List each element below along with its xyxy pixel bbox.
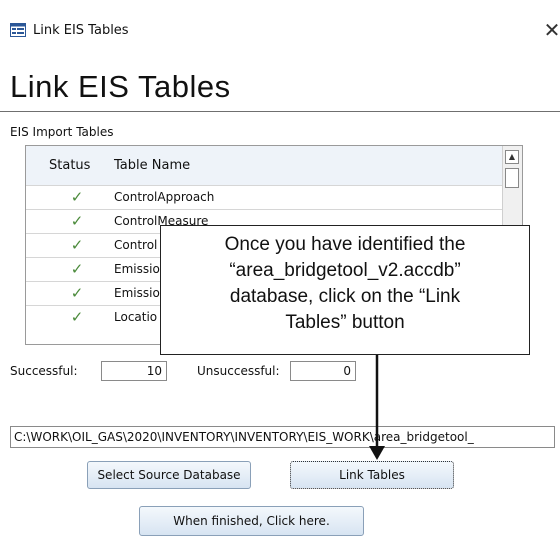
select-source-database-button[interactable]: Select Source Database xyxy=(87,461,251,489)
column-header-table-name: Table Name xyxy=(114,158,191,173)
chevron-up-icon: ▲ xyxy=(508,152,516,161)
scroll-up-button[interactable]: ▲ xyxy=(505,150,519,164)
table-name: ControlApproach xyxy=(114,190,215,204)
close-button[interactable]: ✕ xyxy=(542,18,560,42)
source-path-field[interactable]: C:\WORK\OIL_GAS\2020\INVENTORY\INVENTORY… xyxy=(10,426,555,448)
unsuccessful-count-field[interactable]: 0 xyxy=(290,361,356,381)
finished-button[interactable]: When finished, Click here. xyxy=(139,506,364,536)
table-name: Control xyxy=(114,238,158,252)
table-name: Emissio xyxy=(114,262,160,276)
callout-line: “area_bridgetool_v2.accdb” xyxy=(229,260,461,281)
group-label: EIS Import Tables xyxy=(10,125,114,139)
check-icon: ✓ xyxy=(70,308,84,326)
callout-line: Once you have identified the xyxy=(224,234,466,255)
check-icon: ✓ xyxy=(70,212,84,230)
table-name: Emissio xyxy=(114,286,160,300)
successful-label: Successful: xyxy=(10,364,78,378)
successful-count-field[interactable]: 10 xyxy=(101,361,167,381)
unsuccessful-label: Unsuccessful: xyxy=(197,364,280,378)
column-header-status: Status xyxy=(49,158,91,173)
callout-line: Tables” button xyxy=(285,312,405,333)
list-header: Status Table Name xyxy=(26,146,504,185)
header-divider xyxy=(0,111,560,112)
check-icon: ✓ xyxy=(70,284,84,302)
link-tables-button[interactable]: Link Tables xyxy=(290,461,454,489)
scroll-thumb[interactable] xyxy=(505,168,519,188)
close-icon: ✕ xyxy=(543,18,560,42)
title-bar: Link EIS Tables ✕ xyxy=(0,0,560,44)
arrow-head xyxy=(369,446,385,460)
table-row[interactable]: ✓ ControlApproach xyxy=(26,185,504,209)
window-title: Link EIS Tables xyxy=(33,23,129,38)
form-heading: Link EIS Tables xyxy=(10,69,231,104)
instruction-callout: Once you have identified the “area_bridg… xyxy=(160,225,530,355)
check-icon: ✓ xyxy=(70,188,84,206)
check-icon: ✓ xyxy=(70,236,84,254)
link-eis-tables-window: Link EIS Tables ✕ Link EIS Tables EIS Im… xyxy=(0,0,560,556)
check-icon: ✓ xyxy=(70,260,84,278)
form-icon xyxy=(10,23,26,37)
callout-text: Once you have identified the “area_bridg… xyxy=(161,232,529,336)
callout-line: database, click on the “Link xyxy=(229,286,461,307)
table-name: Locatio xyxy=(114,310,158,324)
